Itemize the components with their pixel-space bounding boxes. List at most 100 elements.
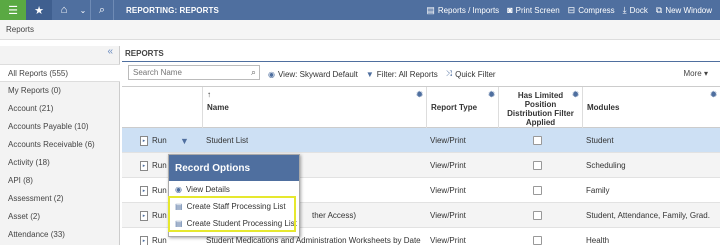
row-options-caret-icon[interactable]: ▼ [176,128,189,153]
checkbox[interactable] [533,161,542,170]
limited-filter-checkbox[interactable] [533,128,542,153]
quick-filter-button[interactable]: ⤨ Quick Filter [446,69,496,79]
report-modules: Student [586,136,614,145]
sidebar-list: All Reports (555) My Reports (0) Account… [0,64,120,244]
page-title: REPORTING: REPORTS [126,5,219,15]
quick-filter-icon: ⤨ [445,69,453,78]
run-button[interactable]: ▸ Run [136,203,167,228]
search-icon[interactable]: ⌕ [90,0,114,20]
home-icon[interactable]: ⌂ [52,0,76,20]
view-selector[interactable]: ◉ View: Skyward Default [268,70,358,79]
run-button[interactable]: ▸ Run [136,228,167,245]
checkbox[interactable] [533,236,542,245]
table-header: ↑ Name ✹ Report Type ✹ Has Limited Posit… [122,86,720,129]
chevron-down-icon: ▾ [703,69,708,78]
view-label: View: Skyward Default [277,69,358,79]
report-type: View/Print [430,186,466,195]
limited-filter-checkbox[interactable] [533,203,542,228]
run-button[interactable]: ▸ Run [136,153,167,178]
sidebar-item-accounts-payable[interactable]: Accounts Payable (10) [0,118,120,136]
sidebar-item-attendance[interactable]: Attendance (33) [0,226,120,244]
eye-icon: ◉ [268,69,275,79]
eye-icon: ◉ [175,185,182,194]
report-type: View/Print [430,211,466,220]
column-options-icon[interactable]: ✹ [416,90,423,99]
checkbox[interactable] [533,211,542,220]
filter-icon: ▼ [365,69,374,79]
search-icon[interactable]: ⌕ [251,67,256,78]
run-report-icon: ▸ [140,210,148,221]
highlight-box [168,196,296,232]
sidebar: « All Reports (555) My Reports (0) Accou… [0,46,120,245]
column-label: Report Type [431,103,478,112]
compress-icon: ⊟ [567,4,576,15]
new-window-label: New Window [665,5,712,15]
print-screen-button[interactable]: ◙ Print Screen [507,5,559,15]
report-type: View/Print [430,136,466,145]
top-actions: ▤ Reports / Imports ◙ Print Screen ⊟ Compre… [426,0,720,20]
reports-imports-button[interactable]: ▤ Reports / Imports [426,5,499,16]
report-modules: Scheduling [586,161,626,170]
report-name[interactable]: Student List [202,128,248,153]
run-report-icon: ▸ [140,185,148,196]
chevron-down-icon[interactable]: ⌄ [76,0,90,20]
search-box: ⌕ [128,65,260,80]
column-label: Name [207,103,229,112]
title-divider [122,61,720,62]
limited-filter-checkbox[interactable] [533,153,542,178]
run-report-icon: ▸ [140,160,148,171]
dock-icon: ⤓ [622,4,627,15]
report-name[interactable]: ther Access) [308,203,356,228]
run-report-icon: ▸ [140,235,148,245]
dock-button[interactable]: ⤓ Dock [623,5,648,16]
menu-icon[interactable]: ☰ [0,0,26,20]
run-label: Run [152,236,167,245]
camera-icon: ◙ [507,5,513,15]
report-modules: Health [586,236,610,245]
compress-button[interactable]: ⊟ Compress [568,5,615,16]
column-header-limited-position[interactable]: Has Limited Position Distribution Filter… [498,87,582,129]
new-window-icon: ⧉ [655,4,663,15]
checkbox[interactable] [533,186,542,195]
column-options-icon[interactable]: ✹ [710,90,717,99]
menu-item-label: View Details [185,185,230,194]
quick-filter-label: Quick Filter [455,69,496,79]
section-title: REPORTS [125,49,164,58]
favorites-star-icon[interactable]: ★ [26,0,52,20]
checkbox[interactable] [533,136,542,145]
sidebar-item-my-reports[interactable]: My Reports (0) [0,82,120,100]
new-window-button[interactable]: ⧉ New Window [656,5,712,16]
sidebar-item-account[interactable]: Account (21) [0,100,120,118]
record-options-title: Record Options [169,155,299,181]
run-label: Run [152,186,167,195]
filter-label: Filter: All Reports [376,69,438,79]
column-header-name[interactable]: ↑ Name ✹ [202,87,426,129]
more-label: More [683,69,702,78]
more-menu-button[interactable]: More ▾ [684,69,708,78]
limited-filter-checkbox[interactable] [533,228,542,245]
column-options-icon[interactable]: ✹ [488,90,495,99]
sidebar-item-assessment[interactable]: Assessment (2) [0,190,120,208]
breadcrumb: Reports [0,20,720,40]
column-header-report-type[interactable]: Report Type ✹ [426,87,498,129]
collapse-sidebar-icon[interactable]: « [107,46,113,57]
breadcrumb-reports[interactable]: Reports [6,25,34,34]
sidebar-item-accounts-receivable[interactable]: Accounts Receivable (6) [0,136,120,154]
print-screen-label: Print Screen [515,5,560,15]
search-input[interactable] [133,68,243,77]
sidebar-item-all-reports[interactable]: All Reports (555) [0,64,120,82]
filter-selector[interactable]: ▼ Filter: All Reports [366,70,438,79]
report-modules: Family [586,186,610,195]
run-button[interactable]: ▸ Run [136,128,167,153]
run-button[interactable]: ▸ Run [136,178,167,203]
run-report-icon: ▸ [140,135,148,146]
limited-filter-checkbox[interactable] [533,178,542,203]
sidebar-item-asset[interactable]: Asset (2) [0,208,120,226]
column-label: Modules [587,103,620,112]
sidebar-item-api[interactable]: API (8) [0,172,120,190]
filter-bar: ◉ View: Skyward Default ▼ Filter: All Repo… [268,69,504,79]
column-header-modules[interactable]: Modules ✹ [582,87,720,129]
sidebar-item-activity[interactable]: Activity (18) [0,154,120,172]
table-row[interactable]: ▸ Run ▼ Student List View/Print Student [122,128,720,153]
column-options-icon[interactable]: ✹ [572,90,579,99]
